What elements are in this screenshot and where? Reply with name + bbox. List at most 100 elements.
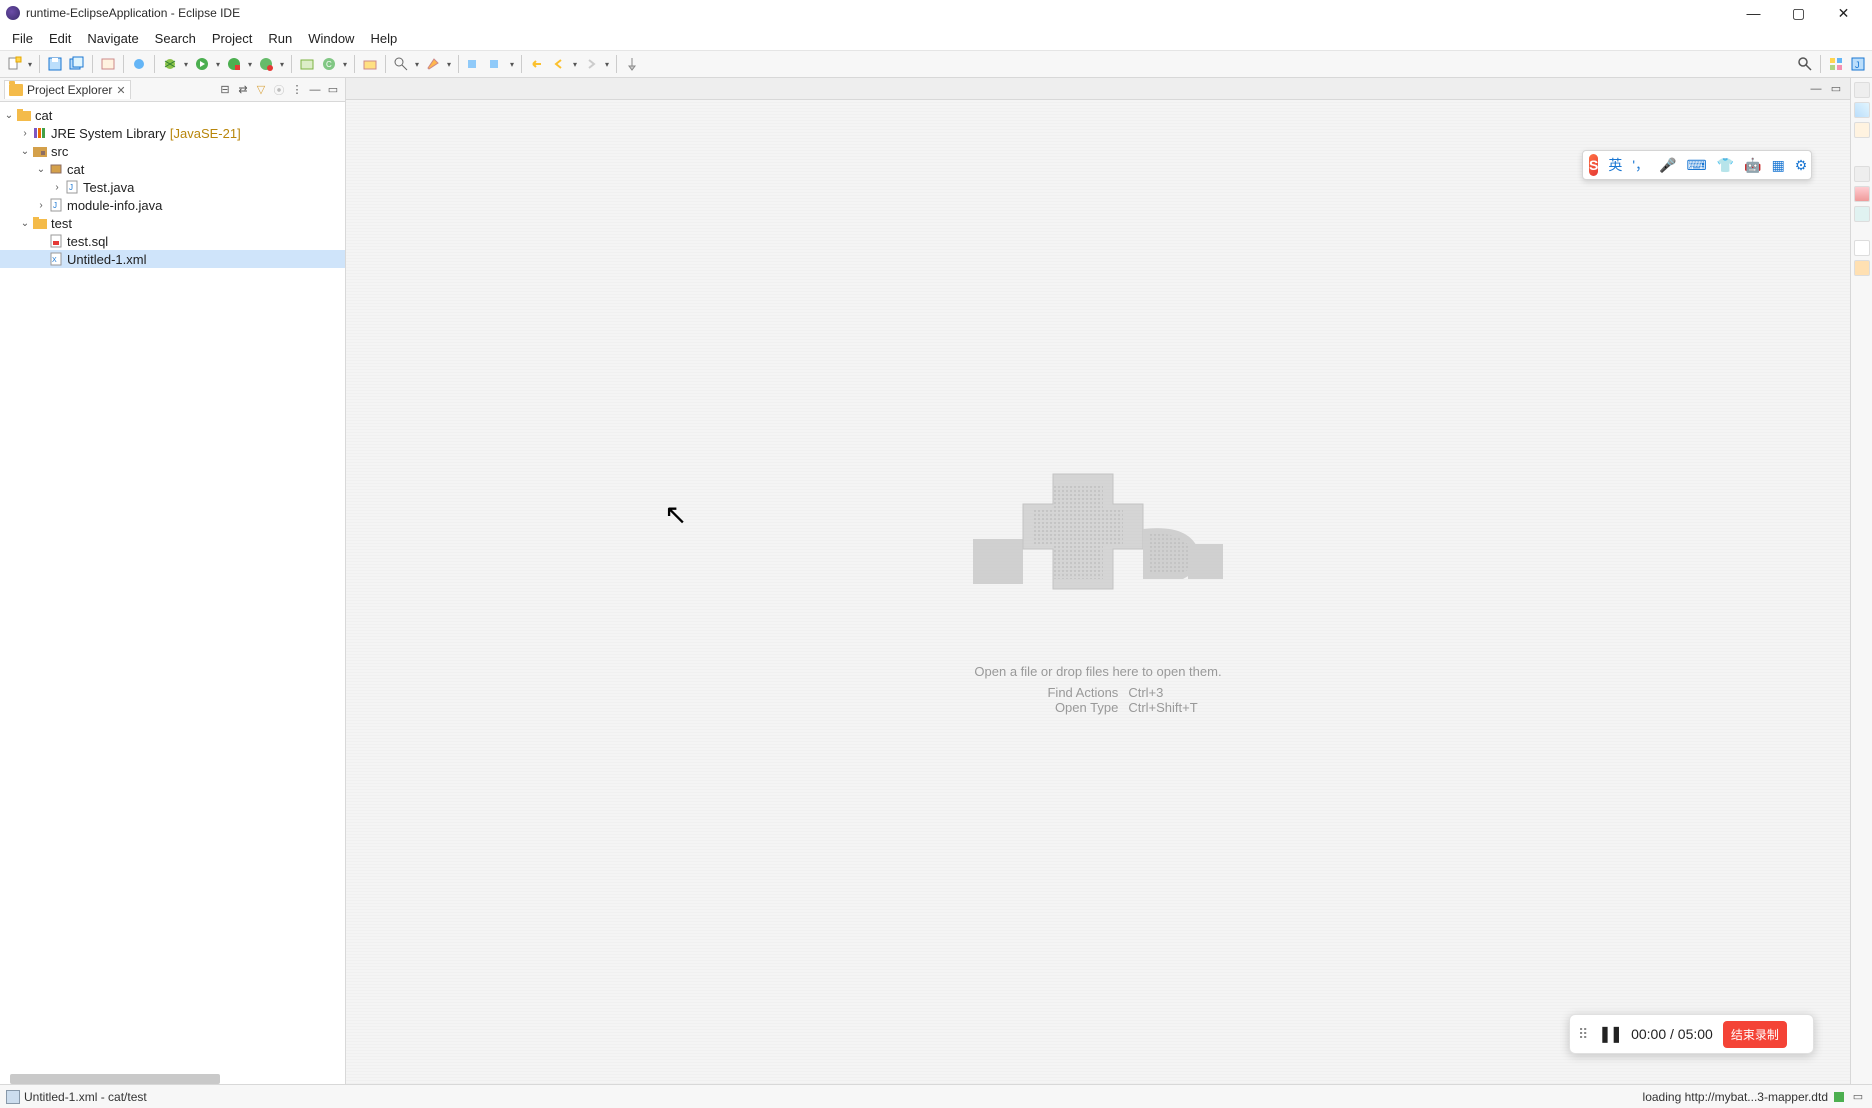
- forward-dropdown[interactable]: ▾: [603, 60, 611, 69]
- twist-expanded-icon[interactable]: ⌄: [18, 218, 32, 229]
- twist-expanded-icon[interactable]: ⌄: [34, 164, 48, 175]
- tree-file-untitled-xml[interactable]: X Untitled-1.xml: [0, 250, 345, 268]
- search-button[interactable]: [391, 54, 411, 74]
- tree-jre-library[interactable]: › JRE System Library [JavaSE-21]: [0, 124, 345, 142]
- project-tree[interactable]: ⌄ cat › JRE System Library [JavaSE-21] ⌄…: [0, 102, 345, 1084]
- filter-button[interactable]: ▽: [253, 82, 269, 98]
- close-button[interactable]: ✕: [1821, 0, 1866, 26]
- debug-dropdown[interactable]: ▾: [182, 60, 190, 69]
- maximize-button[interactable]: ▢: [1776, 0, 1821, 26]
- restore-view-button-2[interactable]: [1854, 166, 1870, 182]
- run-last-dropdown[interactable]: ▾: [278, 60, 286, 69]
- ime-lang-indicator[interactable]: 英: [1608, 155, 1622, 175]
- tree-file-module-info[interactable]: › J module-info.java: [0, 196, 345, 214]
- quick-access-search-icon[interactable]: [1795, 54, 1815, 74]
- drag-grip-icon[interactable]: ⠿: [1578, 1026, 1588, 1043]
- console-view-icon[interactable]: [1854, 240, 1870, 256]
- pause-button[interactable]: ❚❚: [1598, 1024, 1621, 1044]
- prev-annotation-button[interactable]: [486, 54, 506, 74]
- view-menu-button[interactable]: ⋮: [289, 82, 305, 98]
- debug-button[interactable]: [160, 54, 180, 74]
- twist-collapsed-icon[interactable]: ›: [18, 128, 32, 139]
- new-package-button[interactable]: [297, 54, 317, 74]
- tab-project-explorer[interactable]: Project Explorer ✕: [4, 80, 131, 99]
- new-class-button[interactable]: C: [319, 54, 339, 74]
- menu-run[interactable]: Run: [260, 26, 300, 50]
- ime-keyboard-icon[interactable]: ⌨: [1686, 157, 1706, 174]
- run-last-button[interactable]: [256, 54, 276, 74]
- sogou-logo-icon[interactable]: S: [1589, 154, 1598, 176]
- link-editor-button[interactable]: ⇄: [235, 82, 251, 98]
- editor-minimize-button[interactable]: —: [1808, 81, 1824, 97]
- back-dropdown[interactable]: ▾: [571, 60, 579, 69]
- tree-file-test-sql[interactable]: test.sql: [0, 232, 345, 250]
- ime-skin-icon[interactable]: 👕: [1717, 157, 1734, 174]
- twist-expanded-icon[interactable]: ⌄: [2, 110, 16, 121]
- ann-dropdown[interactable]: ▾: [508, 60, 516, 69]
- next-annotation-button[interactable]: [464, 54, 484, 74]
- editor-body[interactable]: Open a file or drop files here to open t…: [346, 100, 1850, 1084]
- ime-settings-icon[interactable]: ⚙: [1795, 157, 1808, 174]
- skip-breakpoints-button[interactable]: [129, 54, 149, 74]
- back-button[interactable]: [549, 54, 569, 74]
- new-dropdown[interactable]: ▾: [26, 60, 34, 69]
- minimize-view-button[interactable]: —: [307, 82, 323, 98]
- menu-window[interactable]: Window: [300, 26, 362, 50]
- run-dropdown[interactable]: ▾: [214, 60, 222, 69]
- ime-voice-icon[interactable]: 🎤: [1659, 157, 1676, 174]
- pin-button[interactable]: [622, 54, 642, 74]
- collapse-all-button[interactable]: ⊟: [217, 82, 233, 98]
- coverage-button[interactable]: [224, 54, 244, 74]
- menu-edit[interactable]: Edit: [41, 26, 79, 50]
- terminal-view-icon[interactable]: [1854, 260, 1870, 276]
- menu-navigate[interactable]: Navigate: [79, 26, 146, 50]
- menu-project[interactable]: Project: [204, 26, 260, 50]
- task-list-view-icon[interactable]: [1854, 122, 1870, 138]
- open-type-button[interactable]: [360, 54, 380, 74]
- show-background-ops-button[interactable]: ▭: [1850, 1089, 1866, 1105]
- run-button[interactable]: [192, 54, 212, 74]
- editor-maximize-button[interactable]: ▭: [1828, 81, 1844, 97]
- last-edit-button[interactable]: [527, 54, 547, 74]
- tree-package-cat[interactable]: ⌄ cat: [0, 160, 345, 178]
- twist-collapsed-icon[interactable]: ›: [34, 200, 48, 211]
- java-perspective-button[interactable]: J: [1848, 54, 1868, 74]
- ime-punct-icon[interactable]: '，: [1632, 155, 1649, 175]
- save-button[interactable]: [45, 54, 65, 74]
- open-perspective-button[interactable]: [1826, 54, 1846, 74]
- ime-grid-icon[interactable]: ▦: [1772, 157, 1785, 174]
- focus-button[interactable]: ⦿: [271, 82, 287, 98]
- properties-view-icon[interactable]: [1854, 206, 1870, 222]
- progress-indicator-icon[interactable]: [1834, 1092, 1844, 1102]
- save-all-button[interactable]: [67, 54, 87, 74]
- toggle-breadcrumb-button[interactable]: [98, 54, 118, 74]
- menu-help[interactable]: Help: [362, 26, 405, 50]
- titlebar: runtime-EclipseApplication - Eclipse IDE…: [0, 0, 1872, 26]
- maximize-view-button[interactable]: ▭: [325, 82, 341, 98]
- forward-button[interactable]: [581, 54, 601, 74]
- ime-toolbar[interactable]: S 英 '， 🎤 ⌨ 👕 🤖 ▦ ⚙: [1582, 150, 1812, 180]
- close-view-icon[interactable]: ✕: [116, 84, 125, 97]
- coverage-dropdown[interactable]: ▾: [246, 60, 254, 69]
- twist-expanded-icon[interactable]: ⌄: [18, 146, 32, 157]
- new-button[interactable]: [4, 54, 24, 74]
- stop-recording-button[interactable]: 结束录制: [1723, 1021, 1787, 1048]
- menu-search[interactable]: Search: [147, 26, 204, 50]
- horizontal-scrollbar[interactable]: [10, 1074, 220, 1084]
- minimize-button[interactable]: —: [1731, 0, 1776, 26]
- menu-file[interactable]: File: [4, 26, 41, 50]
- tree-project-cat[interactable]: ⌄ cat: [0, 106, 345, 124]
- tree-test-folder[interactable]: ⌄ test: [0, 214, 345, 232]
- tree-file-test-java[interactable]: › J Test.java: [0, 178, 345, 196]
- twist-collapsed-icon[interactable]: ›: [50, 182, 64, 193]
- markers-view-icon[interactable]: [1854, 186, 1870, 202]
- recording-toolbar[interactable]: ⠿ ❚❚ 00:00 / 05:00 结束录制: [1569, 1014, 1814, 1054]
- outline-view-icon[interactable]: [1854, 102, 1870, 118]
- annotation-dropdown[interactable]: ▾: [445, 60, 453, 69]
- new-class-dropdown[interactable]: ▾: [341, 60, 349, 69]
- tree-src-folder[interactable]: ⌄ src: [0, 142, 345, 160]
- annotation-button[interactable]: [423, 54, 443, 74]
- restore-view-button[interactable]: [1854, 82, 1870, 98]
- search-dropdown[interactable]: ▾: [413, 60, 421, 69]
- ime-robot-icon[interactable]: 🤖: [1744, 157, 1761, 174]
